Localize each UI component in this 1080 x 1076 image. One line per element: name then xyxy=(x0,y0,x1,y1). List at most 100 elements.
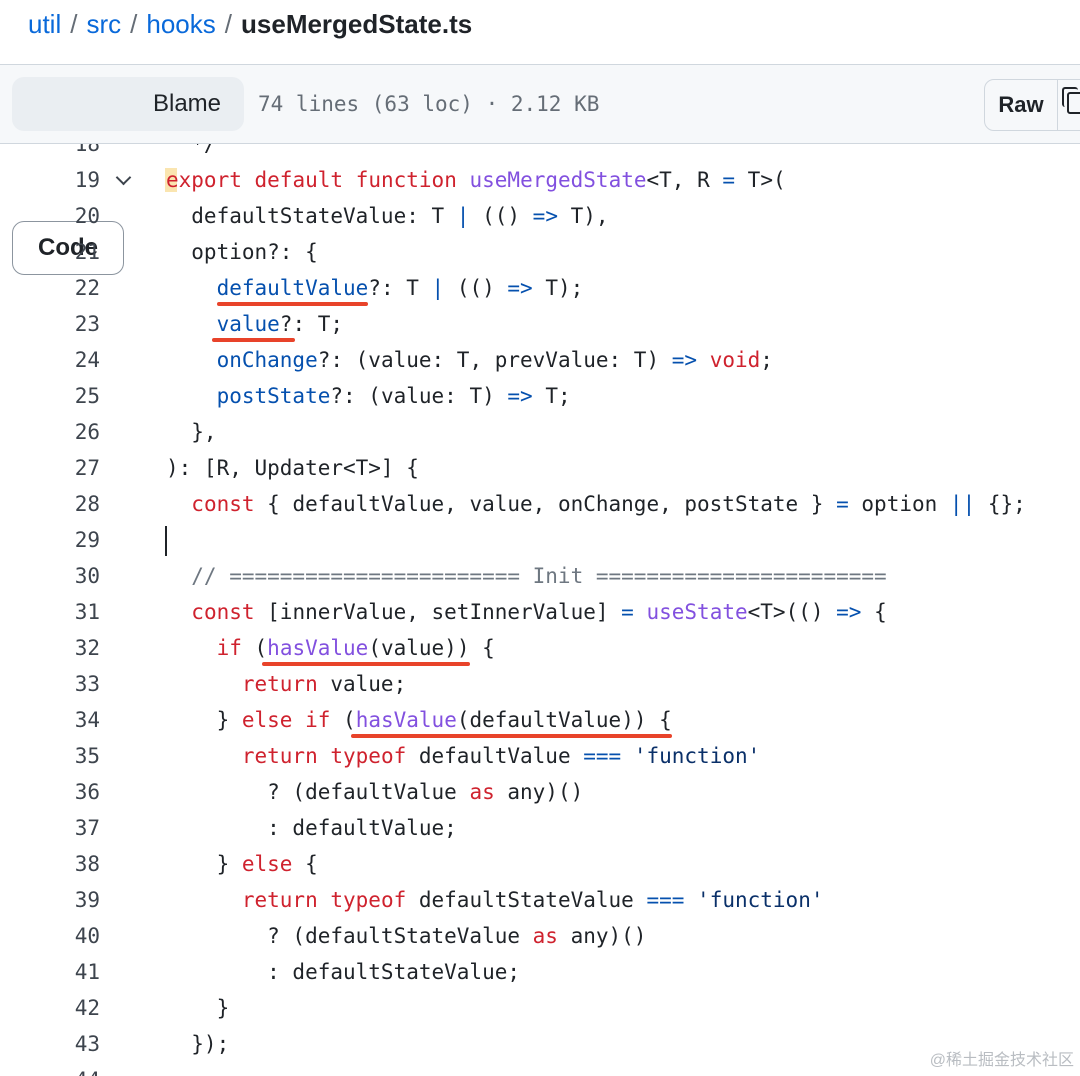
code-line: 35 return typeof defaultValue === 'funct… xyxy=(0,738,1080,774)
annotation-underline xyxy=(211,338,296,342)
code-text: } else { xyxy=(166,852,318,876)
blame-tab-button[interactable]: Blame xyxy=(130,77,244,131)
code-line: 21 option?: { xyxy=(0,234,1080,270)
code-line: 25 postState?: (value: T) => T; xyxy=(0,378,1080,414)
code-line: 19 export default function useMergedState… xyxy=(0,162,1080,198)
code-text: }); xyxy=(166,1032,230,1056)
code-text: export default function useMergedState<T… xyxy=(166,168,786,192)
code-line: 39 return typeof defaultStateValue === '… xyxy=(0,882,1080,918)
line-number[interactable]: 26 xyxy=(0,414,100,450)
breadcrumb: util / src / hooks / useMergedState.ts xyxy=(28,6,472,42)
code-line: 42 } xyxy=(0,990,1080,1026)
code-line: 41 : defaultStateValue; xyxy=(0,954,1080,990)
line-number[interactable]: 39 xyxy=(0,882,100,918)
code-line: 44 xyxy=(0,1062,1080,1076)
line-number[interactable]: 24 xyxy=(0,342,100,378)
code-text: option?: { xyxy=(166,240,318,264)
line-number[interactable]: 29 xyxy=(0,522,100,558)
code-text: const [innerValue, setInnerValue] = useS… xyxy=(191,600,887,624)
line-number[interactable]: 32 xyxy=(0,630,100,666)
line-number[interactable]: 18 xyxy=(0,144,100,162)
code-text: const { defaultValue, value, onChange, p… xyxy=(191,492,1026,516)
line-number[interactable]: 44 xyxy=(0,1062,100,1076)
line-number[interactable]: 28 xyxy=(0,486,100,522)
file-meta: 74 lines (63 loc) · 2.12 KB xyxy=(258,92,600,116)
code-text: defaultValue?: T | (() => T); xyxy=(216,276,584,300)
code-text: } xyxy=(166,996,230,1020)
code-line: 26 }, xyxy=(0,414,1080,450)
line-number[interactable]: 42 xyxy=(0,990,100,1026)
code-line: 33 return value; xyxy=(0,666,1080,702)
line-number[interactable]: 43 xyxy=(0,1026,100,1062)
code-text: return value; xyxy=(241,672,407,696)
code-text: }, xyxy=(166,420,217,444)
button-divider xyxy=(1057,80,1058,130)
breadcrumb-separator: / xyxy=(130,9,138,39)
line-number[interactable]: 37 xyxy=(0,810,100,846)
code-line: 28 const { defaultValue, value, onChange… xyxy=(0,486,1080,522)
code-text: defaultStateValue: T | (() => T), xyxy=(166,204,609,228)
code-line: 22 defaultValue?: T | (() => T); xyxy=(0,270,1080,306)
line-number[interactable]: 22 xyxy=(0,270,100,306)
chevron-down-icon[interactable] xyxy=(115,169,132,186)
line-number[interactable]: 31 xyxy=(0,594,100,630)
code-line: 30 // ======================= Init =====… xyxy=(0,558,1080,594)
code-line: 29 xyxy=(0,522,1080,558)
line-number[interactable]: 19 xyxy=(0,162,100,198)
line-number[interactable]: 27 xyxy=(0,450,100,486)
code-text: } else if (hasValue(defaultValue)) { xyxy=(166,708,672,732)
breadcrumb-separator: / xyxy=(224,9,233,39)
watermark: @稀土掘金技术社区 xyxy=(929,1052,1074,1069)
line-number[interactable]: 35 xyxy=(0,738,100,774)
annotation-underline xyxy=(350,734,672,738)
line-number[interactable]: 25 xyxy=(0,378,100,414)
code-line: 20 defaultStateValue: T | (() => T), xyxy=(0,198,1080,234)
code-line: 27 ): [R, Updater<T>] { xyxy=(0,450,1080,486)
line-number[interactable]: 34 xyxy=(0,702,100,738)
line-number[interactable]: 20 xyxy=(0,198,100,234)
code-text: */ xyxy=(166,144,217,156)
code-text: if (hasValue(value)) { xyxy=(216,636,495,660)
raw-button[interactable]: Raw xyxy=(985,80,1057,130)
code-line: 43 }); xyxy=(0,1026,1080,1062)
code-text: postState?: (value: T) => T; xyxy=(216,384,571,408)
code-text: return typeof defaultValue === 'function… xyxy=(241,744,761,768)
code-line: 40 ? (defaultStateValue as any)() xyxy=(0,918,1080,954)
line-number[interactable]: 21 xyxy=(0,234,100,270)
line-number[interactable]: 23 xyxy=(0,306,100,342)
code-text: value?: T; xyxy=(216,312,344,336)
line-number[interactable]: 33 xyxy=(0,666,100,702)
breadcrumb-link-hooks[interactable]: hooks xyxy=(146,9,215,39)
line-number[interactable]: 40 xyxy=(0,918,100,954)
code-text: // ======================= Init ========… xyxy=(166,564,887,588)
annotation-underline xyxy=(216,302,369,306)
code-text: ? (defaultValue as any)() xyxy=(166,780,584,804)
code-line: 18 */ xyxy=(0,144,1080,162)
line-number[interactable]: 41 xyxy=(0,954,100,990)
breadcrumb-link-util[interactable]: util xyxy=(28,9,61,39)
code-text: ): [R, Updater<T>] { xyxy=(166,456,419,480)
line-number[interactable]: 36 xyxy=(0,774,100,810)
code-line: 31 const [innerValue, setInnerValue] = u… xyxy=(0,594,1080,630)
code-line: 37 : defaultValue; xyxy=(0,810,1080,846)
breadcrumb-separator: / xyxy=(70,9,78,39)
raw-button-group: Raw xyxy=(984,79,1080,131)
text-cursor xyxy=(165,526,167,556)
breadcrumb-link-src[interactable]: src xyxy=(86,9,121,39)
code-line: 38 } else { xyxy=(0,846,1080,882)
copy-icon[interactable] xyxy=(1062,87,1080,114)
line-number[interactable]: 30 xyxy=(0,558,100,594)
code-text: ? (defaultStateValue as any)() xyxy=(166,924,647,948)
code-text: : defaultStateValue; xyxy=(166,960,521,984)
annotation-underline xyxy=(262,662,470,666)
view-toggle: Code Blame xyxy=(12,77,244,275)
file-toolbar: Code Blame 74 lines (63 loc) · 2.12 KB R… xyxy=(0,65,1080,275)
breadcrumb-current-file: useMergedState.ts xyxy=(241,9,473,39)
code-line: 32 if (hasValue(value)) { xyxy=(0,630,1080,666)
line-number[interactable]: 38 xyxy=(0,846,100,882)
code-text: return typeof defaultStateValue === 'fun… xyxy=(241,888,824,912)
code-text: onChange?: (value: T, prevValue: T) => v… xyxy=(216,348,773,372)
code-line: 23 value?: T; xyxy=(0,306,1080,342)
code-line: 24 onChange?: (value: T, prevValue: T) =… xyxy=(0,342,1080,378)
code-text: : defaultValue; xyxy=(166,816,457,840)
